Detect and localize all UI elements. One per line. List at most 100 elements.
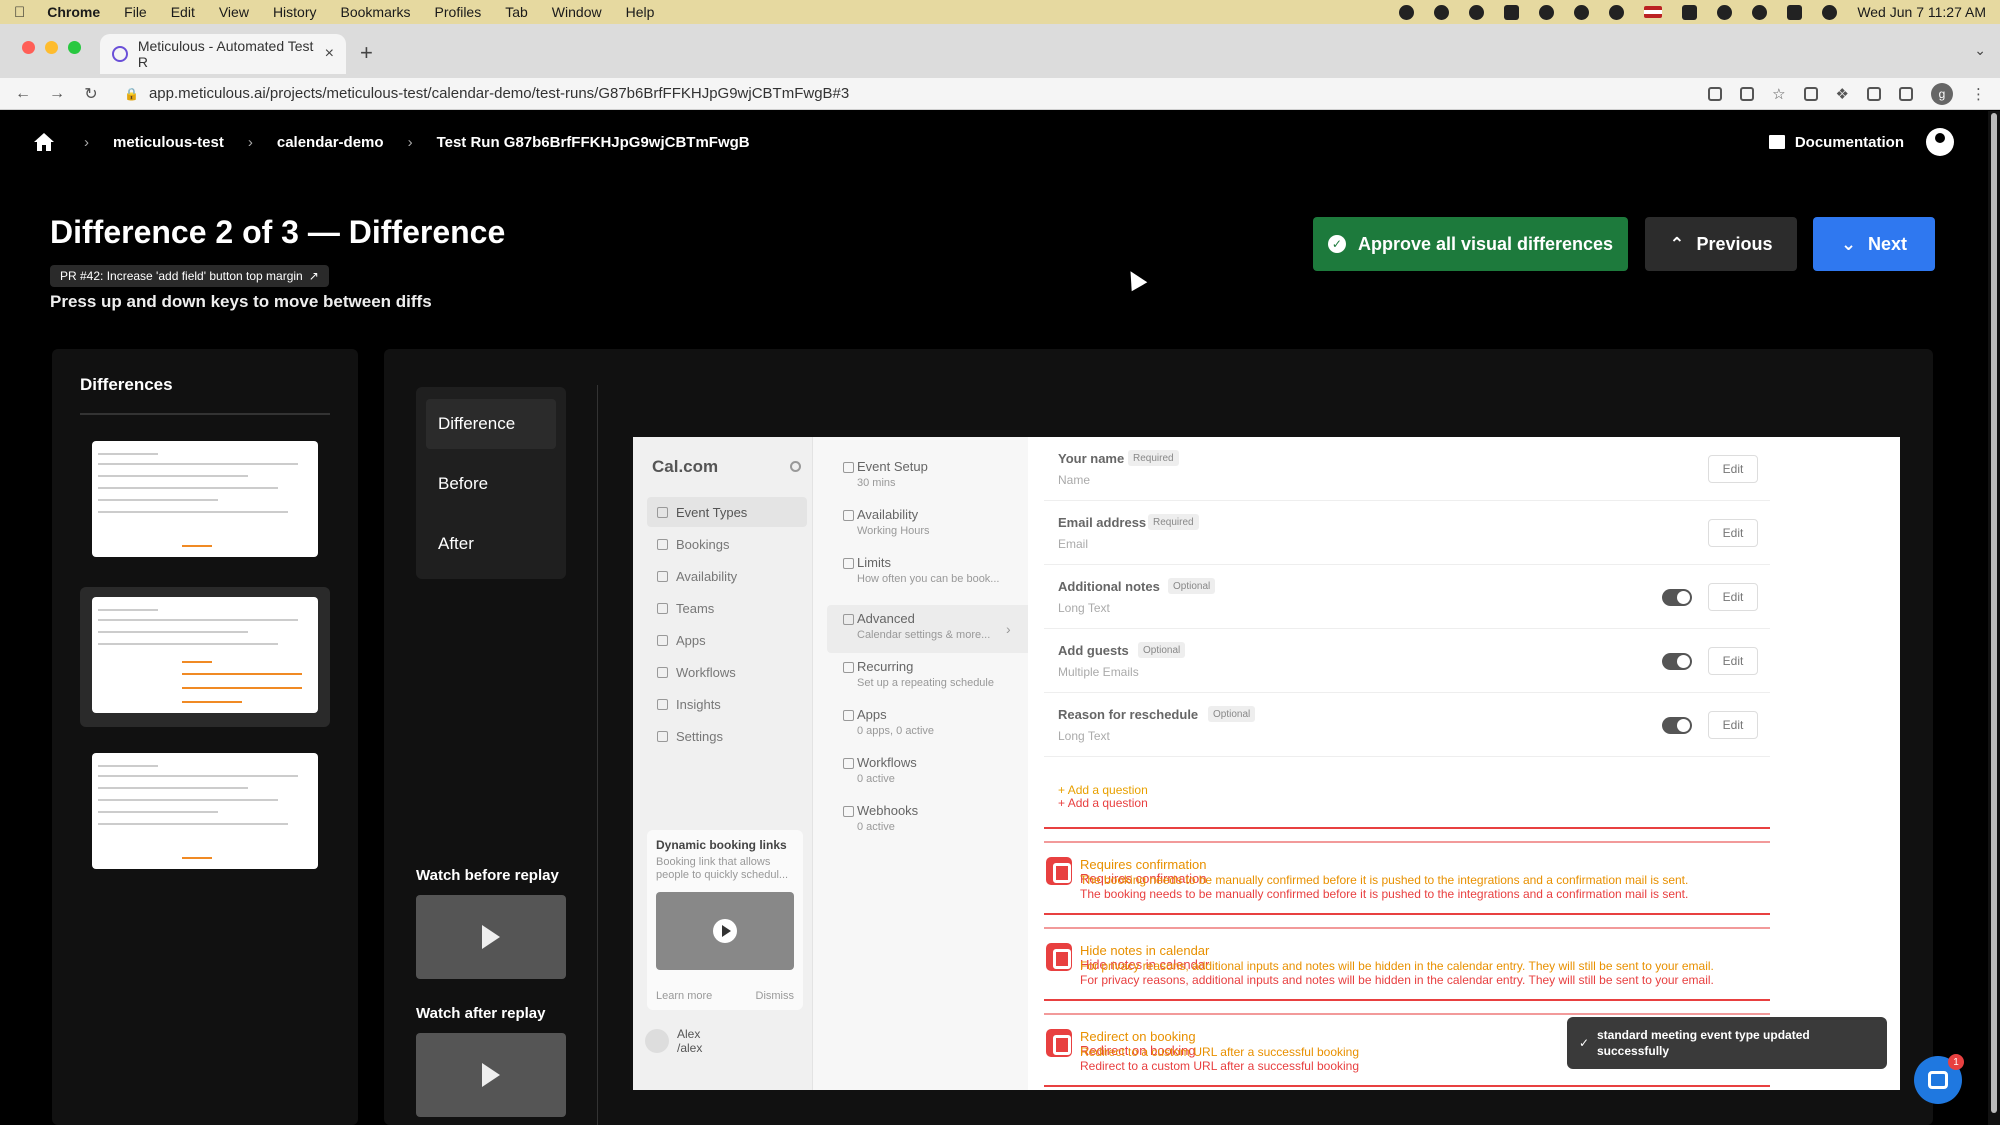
page-title: Difference 2 of 3 — Difference [50,214,506,250]
breadcrumb-app[interactable]: calendar-demo [277,134,384,151]
home-icon[interactable] [34,133,54,151]
close-window-button[interactable] [22,41,35,54]
settings-sub: 0 apps, 0 active [857,725,935,737]
repeat-icon [843,662,854,673]
forward-icon[interactable]: → [48,85,66,103]
side-item-label: Bookings [676,536,730,552]
settings-sub: Set up a repeating schedule [857,677,994,689]
menu-edit[interactable]: Edit [171,4,195,20]
url-text: app.meticulous.ai/projects/meticulous-te… [148,85,850,102]
settings-title: Limits [857,555,891,570]
back-icon[interactable]: ← [14,85,32,103]
gear-icon[interactable] [1469,4,1485,20]
flag-icon[interactable] [1644,6,1663,18]
promo-title: Dynamic booking links [656,838,787,852]
kebab-menu-icon[interactable]: ⋮ [1971,85,1986,103]
pr-link-badge[interactable]: PR #42: Increase 'add field' button top … [50,265,329,287]
play-icon [713,919,737,943]
close-tab-icon[interactable]: × [325,45,334,63]
menu-clock[interactable]: Wed Jun 7 11:27 AM [1857,4,1986,20]
menu-bookmarks[interactable]: Bookmarks [341,4,411,20]
side-item-label: Event Types [676,504,748,520]
breadcrumb-test-run[interactable]: Test Run G87b6BrfFFKHJpG9wjCBTmFwgB [437,134,750,151]
difference-thumbnail-3[interactable] [80,743,330,883]
page-scrollbar[interactable] [1988,111,2000,1125]
diff-highlight-line [1044,1085,1770,1087]
browser-toolbar: ← → ↻ 🔒 app.meticulous.ai/projects/metic… [0,78,2000,110]
documentation-link[interactable]: Documentation [1768,134,1904,151]
tab-difference[interactable]: Difference [426,399,556,449]
approve-all-button[interactable]: ✓ Approve all visual differences [1313,217,1628,271]
browser-tab-active[interactable]: Meticulous - Automated Test R × [100,34,346,74]
star-icon[interactable]: ☆ [1772,85,1785,103]
tab-after[interactable]: After [426,519,556,569]
promo-card: Dynamic booking links Booking link that … [647,830,803,1010]
share-icon[interactable] [1740,86,1755,101]
menu-app-name[interactable]: Chrome [47,4,100,20]
install-icon[interactable] [1708,86,1723,101]
menu-view[interactable]: View [219,4,249,20]
settings-sub: 0 active [857,773,895,785]
puzzle-icon[interactable]: ❖ [1836,85,1849,103]
chevron-right-icon: › [247,133,253,151]
new-tab-icon[interactable]: + [360,40,373,66]
event-settings-nav: Event Setup 30 mins Availability Working H… [813,437,1042,1090]
minimize-window-button[interactable] [45,41,58,54]
play-icon[interactable] [1609,4,1625,20]
menu-window[interactable]: Window [552,4,602,20]
record-icon[interactable] [1399,4,1415,20]
breadcrumb-project[interactable]: meticulous-test [113,134,224,151]
cloud-icon[interactable] [1434,4,1450,20]
side-panel-icon[interactable] [1899,86,1913,101]
wifi-icon[interactable] [1717,4,1733,20]
scrollbar-thumb[interactable] [1991,113,1997,1113]
difference-thumbnail-1[interactable] [80,431,330,571]
differences-panel: Differences [52,349,358,1125]
settings-event-setup: Event Setup 30 mins [843,459,1023,489]
settings-sub: 0 active [857,821,895,833]
battery-icon[interactable] [1682,4,1698,20]
extension-meticulous-icon[interactable] [1803,86,1818,101]
settings-sub: Working Hours [857,525,930,537]
menu-help[interactable]: Help [626,4,655,20]
control-center-icon[interactable] [1787,4,1803,20]
calendar-icon [843,510,854,521]
before-replay-video[interactable] [416,895,566,979]
menu-profiles[interactable]: Profiles [435,4,482,20]
tab-before[interactable]: Before [426,459,556,509]
reload-icon[interactable]: ↻ [82,84,100,104]
profile-avatar[interactable]: g [1931,82,1953,105]
chevron-down-icon[interactable]: ⌄ [1974,42,1986,59]
question-tag: Optional [1138,642,1186,658]
menu-tab[interactable]: Tab [505,4,528,20]
after-replay-video[interactable] [416,1033,566,1117]
menu-history[interactable]: History [273,4,317,20]
grid-icon [657,634,668,646]
question-type: Name [1058,473,1091,487]
apple-icon[interactable]:  [14,4,25,21]
search-icon[interactable] [1752,4,1768,20]
view-mode-tabs: Difference Before After [416,387,566,579]
menu-file[interactable]: File [124,4,147,20]
support-chat-button[interactable]: 1 [1914,1054,1964,1104]
lock-icon: 🔒 [124,86,139,101]
diff-screenshot[interactable]: Cal.com Event Types Bookings Availabilit… [633,437,1900,1090]
promo-video [656,892,794,970]
user-avatar-icon[interactable] [1926,128,1954,156]
maximize-window-button[interactable] [68,41,81,54]
previous-button[interactable]: ⌃ Previous [1645,217,1797,271]
difference-thumbnail-2[interactable] [80,587,330,727]
diff-highlight-line [1044,827,1770,829]
divider [597,385,598,1125]
next-button[interactable]: ⌄ Next [1813,217,1935,271]
calcom-logo: Cal.com [652,457,719,476]
moon-icon[interactable] [1574,4,1590,20]
bird-icon[interactable] [1504,4,1520,20]
promo-text: Booking link that allows people to quick… [656,856,789,881]
reading-list-icon[interactable] [1867,86,1881,101]
address-bar[interactable]: 🔒 app.meticulous.ai/projects/meticulous-… [124,85,1708,102]
grid-icon [843,710,854,721]
siri-icon[interactable] [1822,4,1838,20]
diff-desc: For privacy reasons, additional inputs a… [1080,959,1714,973]
extension-icon[interactable] [1539,4,1555,20]
